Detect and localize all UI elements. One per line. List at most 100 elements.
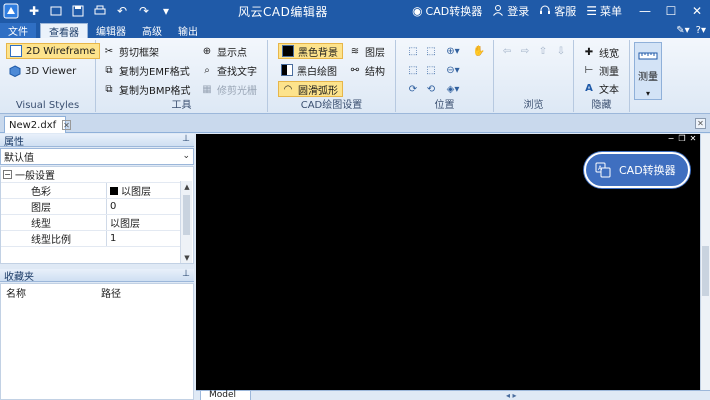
redo-icon[interactable]: ↷ (133, 0, 155, 22)
clip-frame-button[interactable]: ✂ 剪切框架 (102, 43, 159, 59)
close-drawing-icon[interactable]: ✕ (688, 134, 698, 143)
properties-scrollbar[interactable]: ▲ ▼ (180, 181, 192, 263)
group-label: 浏览 (523, 100, 544, 111)
3d-viewer-button[interactable]: 3D Viewer (8, 63, 76, 79)
black-background-button[interactable]: 黑色背景 (278, 43, 343, 59)
rotate-icon[interactable]: ⟳ (406, 82, 420, 96)
ribbon-panel: 2D Wireframe 3D Viewer Visual Styles ✂ 剪… (0, 38, 710, 114)
column-header[interactable]: 路径 (97, 285, 121, 300)
menu-icon: ☰ (586, 4, 597, 18)
scroll-thumb[interactable] (702, 246, 709, 296)
support-link[interactable]: 客服 (539, 3, 576, 19)
tab-output[interactable]: 输出 (170, 23, 206, 38)
plus-icon: ✚ (584, 46, 594, 58)
document-tab[interactable]: New2.dxf ✕ (4, 116, 71, 133)
copy-icon: ⧉ (105, 64, 113, 76)
close-icon[interactable]: ✕ (695, 118, 706, 129)
scroll-thumb[interactable] (183, 195, 190, 235)
forward-arrow-icon[interactable]: ⇨ (518, 44, 532, 58)
arc-icon: ◠ (283, 83, 293, 95)
zoom-out-icon[interactable]: ⊖▾ (446, 63, 460, 77)
copy-bmp-button[interactable]: ⧉ 复制为BMP格式 (102, 81, 190, 97)
zoom-rect-icon[interactable]: ⬚ (424, 44, 438, 58)
maximize-button[interactable]: ☐ (658, 0, 684, 22)
translate-icon: A (595, 162, 611, 178)
ruler-icon (638, 49, 658, 66)
copy-emf-button[interactable]: ⧉ 复制为EMF格式 (102, 62, 189, 78)
group-label: 隐藏 (591, 100, 612, 111)
smooth-arc-button[interactable]: ◠ 圆滑弧形 (278, 81, 343, 97)
tab-file[interactable]: 文件 (0, 23, 36, 38)
cad-converter-button[interactable]: A CAD转换器 (584, 152, 690, 188)
column-header[interactable]: 名称 (1, 285, 97, 300)
scroll-down-icon[interactable]: ▼ (181, 252, 193, 263)
login-link[interactable]: 登录 (492, 3, 529, 19)
line-width-button[interactable]: ✚ 线宽 (582, 44, 619, 60)
2d-wireframe-button[interactable]: 2D Wireframe (6, 43, 101, 59)
up-arrow-icon[interactable]: ⇧ (536, 44, 550, 58)
measure-toggle-button[interactable]: ⊢ 测量 (582, 62, 619, 78)
chevron-down-icon: ⌄ (182, 151, 190, 161)
title-bar: ✚ ↶ ↷ ▾ 风云CAD编辑器 ◉ CAD转换器 登录 客服 ☰ 菜单 — ☐… (0, 0, 710, 22)
property-row[interactable]: 线型 以图层 (1, 215, 181, 231)
open-file-icon[interactable] (45, 0, 67, 22)
find-text-button[interactable]: ⌕ 查找文字 (200, 62, 257, 78)
zoom-all-icon[interactable]: ⬚ (424, 63, 438, 77)
property-row[interactable]: 色彩 以图层 (1, 183, 181, 199)
pan-hand-icon[interactable]: ✋ (472, 44, 486, 58)
scroll-up-icon[interactable]: ▲ (181, 181, 193, 192)
close-button[interactable]: ✕ (684, 0, 710, 22)
tab-advanced[interactable]: 高级 (134, 23, 170, 38)
properties-selector[interactable]: 默认值 ⌄ (0, 148, 194, 165)
customize-toolbar-icon[interactable]: ▾ (155, 0, 177, 22)
quick-access-toolbar: ✚ ↶ ↷ ▾ (0, 0, 177, 22)
zoom-dropdown-icon[interactable]: ⊕▾ (446, 44, 460, 58)
restore-drawing-icon[interactable]: ❐ (677, 134, 687, 143)
print-icon[interactable] (89, 0, 111, 22)
view-3d-icon[interactable]: ◈▾ (446, 82, 460, 96)
layout-tab-model[interactable]: Model (200, 391, 252, 400)
menu-link[interactable]: ☰ 菜单 (586, 3, 622, 19)
headset-icon (539, 4, 551, 19)
new-file-icon[interactable]: ✚ (23, 0, 45, 22)
property-row[interactable]: 线型比例 1 (1, 231, 181, 247)
text-toggle-button[interactable]: A 文本 (582, 80, 619, 96)
canvas-corner-controls: − ❐ ✕ (196, 134, 710, 144)
search-icon: ⌕ (204, 64, 210, 76)
structure-button[interactable]: ⚯ 结构 (348, 62, 385, 78)
back-arrow-icon[interactable]: ⇦ (500, 44, 514, 58)
pin-icon[interactable]: ⊥ (182, 269, 190, 279)
group-label: 位置 (434, 100, 455, 111)
close-tab-icon[interactable]: ✕ (62, 120, 71, 130)
trim-raster-button[interactable]: ▦ 修剪光栅 (200, 81, 257, 97)
down-arrow-icon[interactable]: ⇩ (554, 44, 568, 58)
tab-editor[interactable]: 编辑器 (88, 23, 134, 38)
undo-icon[interactable]: ↶ (111, 0, 133, 22)
tab-viewer[interactable]: 查看器 (40, 23, 88, 39)
show-points-button[interactable]: ⊕ 显示点 (200, 43, 247, 59)
black-white-drawing-button[interactable]: 黑白绘图 (280, 62, 337, 78)
crosshair-icon: ⊕ (202, 45, 212, 57)
fit-window-icon[interactable]: ⬚ (406, 44, 420, 58)
orbit-icon[interactable]: ⟲ (424, 82, 438, 96)
cad-converter-link[interactable]: ◉ CAD转换器 (412, 3, 482, 19)
property-group[interactable]: − 一般设置 (1, 167, 181, 183)
group-cad-settings: 黑色背景 黑白绘图 ◠ 圆滑弧形 ≋ 图层 ⚯ 结构 CAD绘图设置 (268, 40, 396, 112)
collapse-icon[interactable]: − (3, 170, 12, 179)
group-tools: ✂ 剪切框架 ⧉ 复制为EMF格式 ⧉ 复制为BMP格式 ⊕ 显示点 ⌕ 查找文… (96, 40, 268, 112)
save-icon[interactable] (67, 0, 89, 22)
minimize-button[interactable]: — (632, 0, 658, 22)
zoom-extents-icon[interactable]: ⬚ (406, 63, 420, 77)
copy-icon: ⧉ (105, 83, 113, 95)
help-icon[interactable]: ?▾ (696, 25, 706, 36)
canvas-vertical-scrollbar[interactable] (700, 134, 710, 390)
pin-icon[interactable]: ⊥ (182, 134, 190, 144)
property-row[interactable]: 图层 0 (1, 199, 181, 215)
measure-button[interactable]: 测量 ▾ (634, 42, 662, 100)
layout-nav-icons[interactable]: ◂ ▸ (506, 391, 517, 400)
style-picker-icon[interactable]: ✎▾ (676, 25, 689, 36)
minimize-drawing-icon[interactable]: − (666, 134, 676, 143)
text-icon: A (585, 82, 593, 94)
layers-button[interactable]: ≋ 图层 (348, 43, 385, 59)
layout-tab-bar: Model ◂ ▸ (196, 390, 710, 400)
